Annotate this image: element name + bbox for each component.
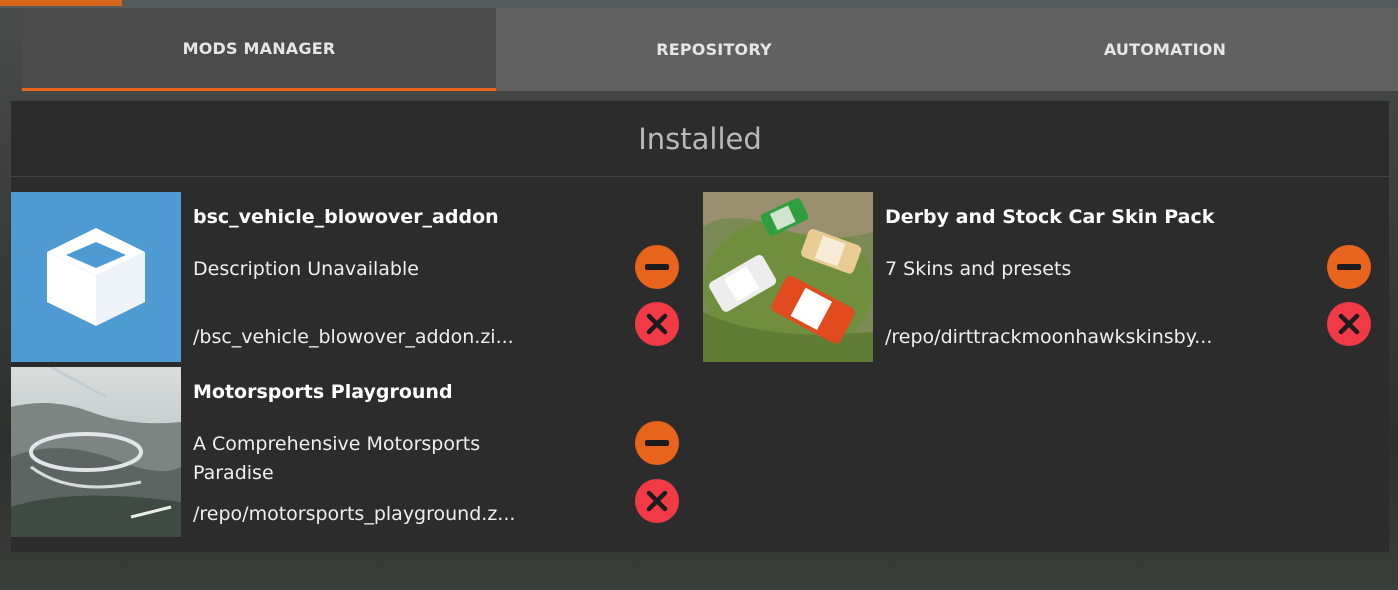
mod-thumbnail [703, 192, 873, 362]
mod-item: Motorsports Playground A Comprehensive M… [11, 367, 689, 537]
motorsports-track-preview-image [11, 367, 181, 537]
mod-description: 7 Skins and presets [885, 258, 1072, 280]
installed-panel: Installed bsc_vehicle_blowover_addon Des… [11, 101, 1389, 552]
mod-name: bsc_vehicle_blowover_addon [193, 206, 499, 228]
mod-name: Derby and Stock Car Skin Pack [885, 206, 1215, 228]
disable-mod-button[interactable] [1327, 245, 1371, 289]
top-accent-bar [0, 0, 122, 6]
disable-mod-button[interactable] [635, 245, 679, 289]
remove-mod-button[interactable] [1327, 302, 1371, 346]
mod-item: bsc_vehicle_blowover_addon Description U… [11, 192, 689, 362]
x-icon [646, 313, 668, 335]
mod-path: /repo/dirttrackmoonhawkskinsby... [885, 326, 1213, 348]
top-strip [0, 0, 1398, 8]
minus-icon [645, 440, 669, 446]
tab-repository[interactable]: REPOSITORY [496, 8, 932, 91]
minus-icon [1337, 264, 1361, 270]
car-skins-preview-image [703, 192, 873, 362]
mod-item: Derby and Stock Car Skin Pack 7 Skins an… [703, 192, 1381, 362]
mod-description: A Comprehensive Motorsports Paradise [193, 433, 481, 484]
tab-mods-manager[interactable]: MODS MANAGER [22, 8, 496, 91]
x-icon [646, 490, 668, 512]
box-icon [47, 228, 145, 326]
minus-icon [645, 264, 669, 270]
panel-title: Installed [11, 101, 1389, 177]
mod-name: Motorsports Playground [193, 381, 453, 403]
mod-path: /bsc_vehicle_blowover_addon.zi... [193, 326, 514, 348]
remove-mod-button[interactable] [635, 302, 679, 346]
disable-mod-button[interactable] [635, 421, 679, 465]
mod-description: Description Unavailable [193, 258, 419, 280]
mod-thumbnail [11, 192, 181, 362]
mod-path: /repo/motorsports_playground.z... [193, 503, 516, 525]
mod-thumbnail [11, 367, 181, 537]
x-icon [1338, 313, 1360, 335]
tab-bar: MODS MANAGER REPOSITORY AUTOMATION [22, 8, 1398, 91]
remove-mod-button[interactable] [635, 479, 679, 523]
tab-automation[interactable]: AUTOMATION [932, 8, 1398, 91]
